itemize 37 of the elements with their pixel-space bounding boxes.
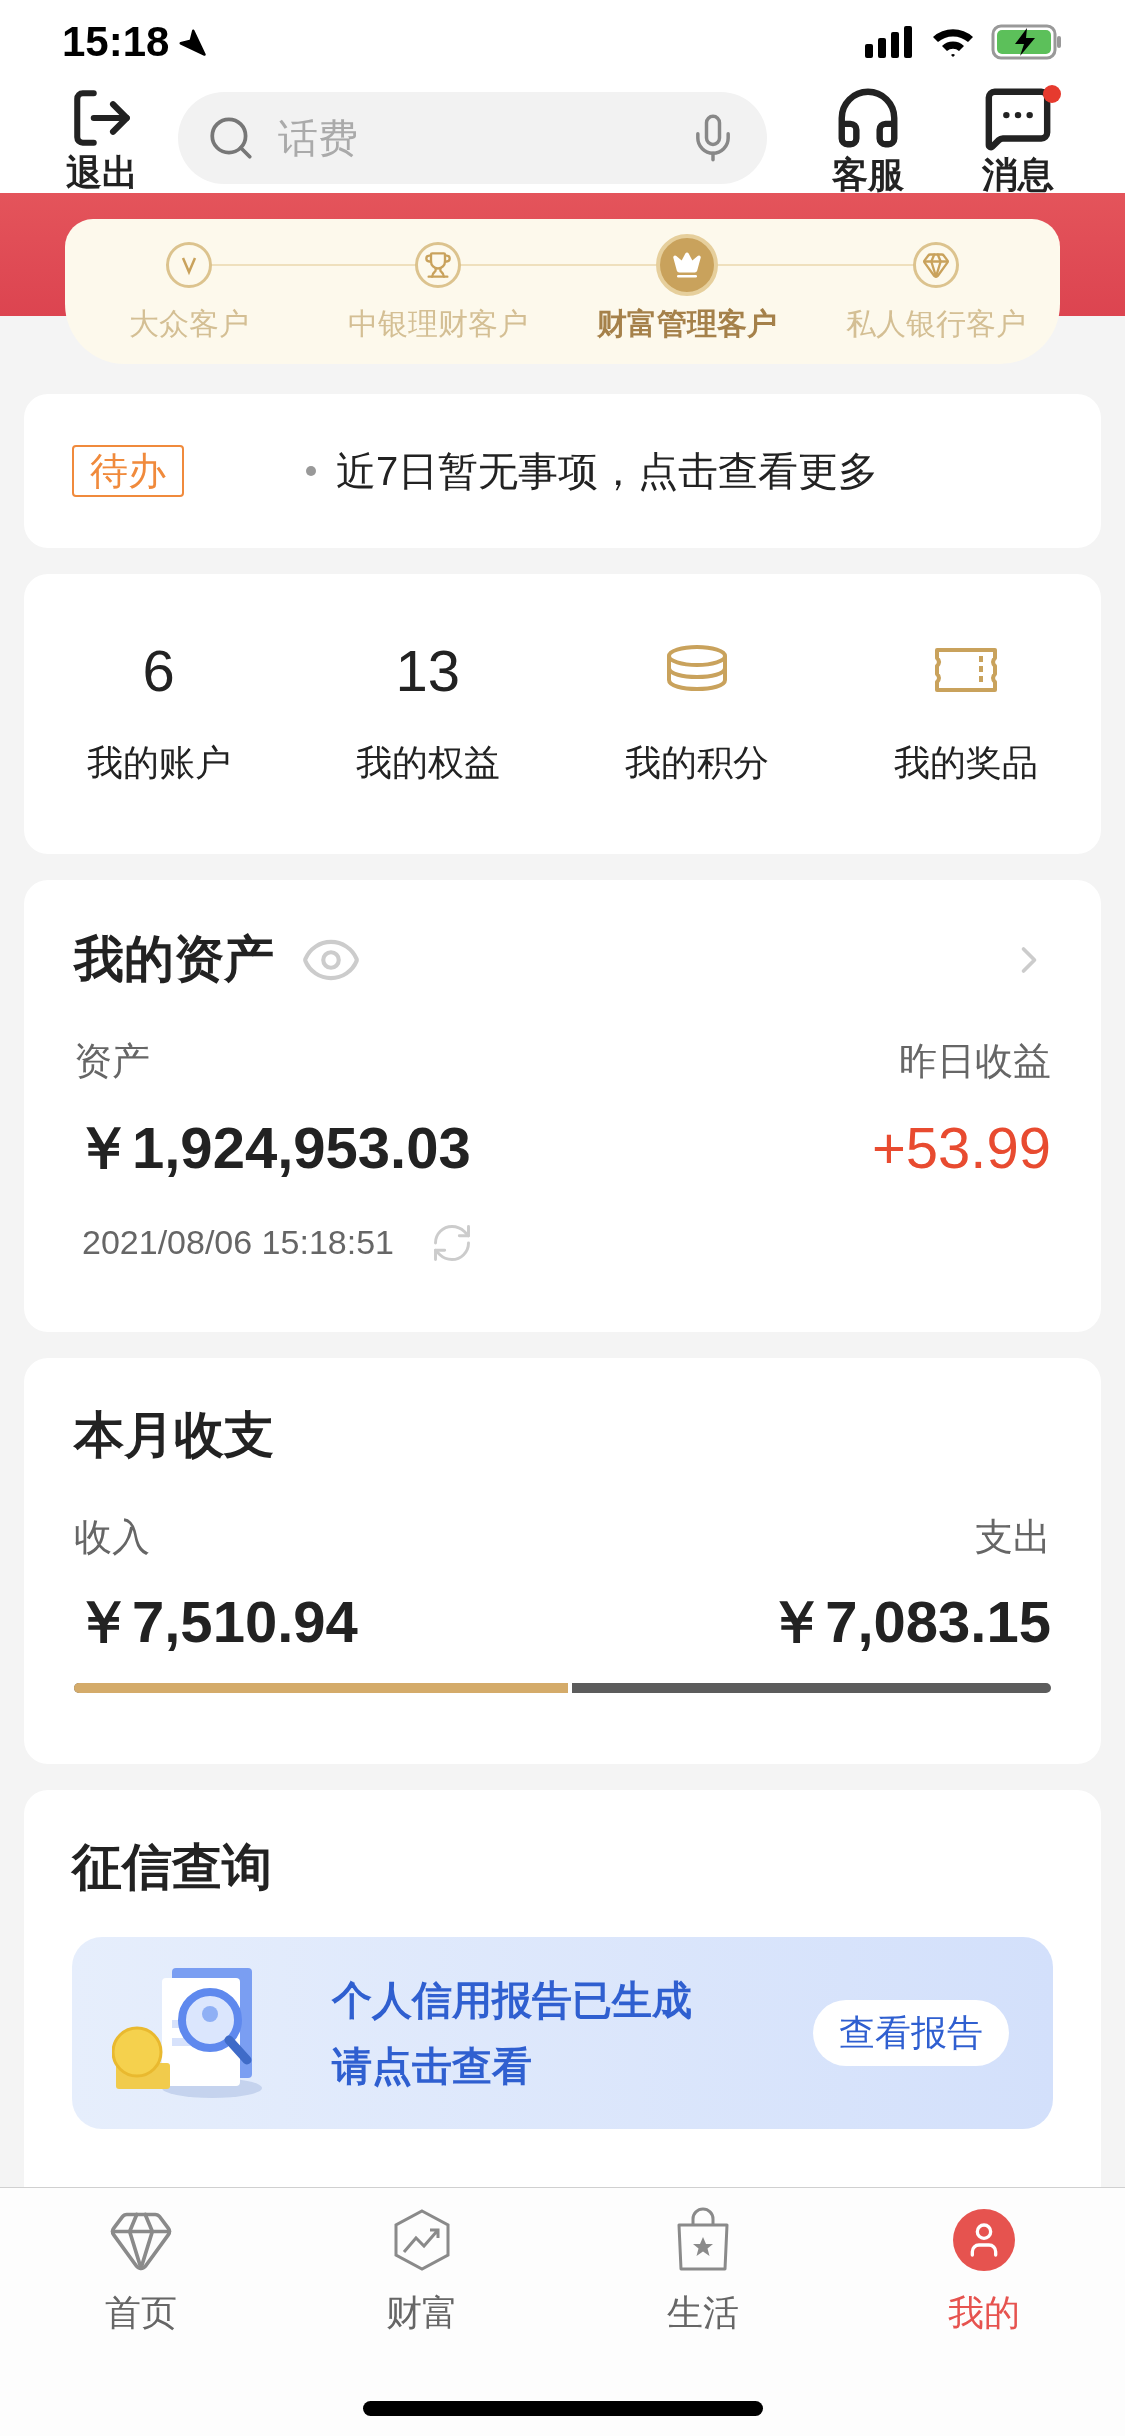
signal-icon (865, 25, 915, 58)
ticket-icon (933, 646, 1000, 694)
credit-hint-text: 请点击查看 (332, 2043, 533, 2090)
assets-title: 我的资产 (74, 930, 274, 989)
credit-title: 征信查询 (72, 1839, 272, 1895)
yield-amount: +53.99 (872, 1114, 1051, 1182)
todo-card[interactable]: 待办 近7日暂无事项，点击查看更多 (24, 394, 1101, 548)
yield-label: 昨日收益 (899, 1039, 1051, 1084)
income-amount: ￥7,510.94 (74, 1588, 358, 1656)
income-label: 收入 (74, 1515, 150, 1560)
asset-label: 资产 (74, 1039, 150, 1084)
expense-amount: ￥7,083.15 (767, 1588, 1051, 1656)
status-time: 15:18 (62, 17, 170, 67)
customer-service-button[interactable]: 客服 (823, 83, 913, 193)
credit-banner[interactable]: 个人信用报告已生成 请点击查看 查看报告 (72, 1937, 1053, 2129)
tier-tab[interactable]: 财富管理客户 (596, 301, 777, 346)
battery-charging-icon (991, 23, 1063, 60)
todo-tag: 待办 (72, 445, 184, 497)
tab-bar-item[interactable]: 首页 (0, 2206, 282, 2340)
tab-bar-item[interactable]: 生活 (562, 2206, 844, 2340)
stat-item[interactable]: 我的积分 (562, 638, 832, 790)
search-bar[interactable]: 话费 (178, 92, 767, 184)
exit-button[interactable]: 退出 (62, 85, 142, 191)
update-time: 2021/08/06 15:18:51 (82, 1222, 394, 1263)
messages-button[interactable]: 消息 (973, 83, 1063, 193)
stat-item[interactable]: 我的奖品 (831, 638, 1101, 790)
monthly-title: 本月收支 (74, 1407, 274, 1463)
tab-bar-item[interactable]: 财富 (281, 2206, 563, 2340)
credit-status-text: 个人信用报告已生成 (332, 1977, 693, 2024)
asset-amount: ￥1,924,953.03 (74, 1114, 471, 1182)
expense-label: 支出 (975, 1515, 1051, 1560)
tab-bar-item[interactable]: 我的 (843, 2206, 1125, 2340)
todo-message: 近7日暂无事项，点击查看更多 (336, 448, 879, 495)
stat-item[interactable]: 13 我的权益 (293, 638, 563, 790)
stat-item[interactable]: 6 我的账户 (24, 638, 294, 790)
view-report-button[interactable]: 查看报告 (813, 2000, 1009, 2066)
search-field[interactable]: 话费 (278, 108, 665, 168)
